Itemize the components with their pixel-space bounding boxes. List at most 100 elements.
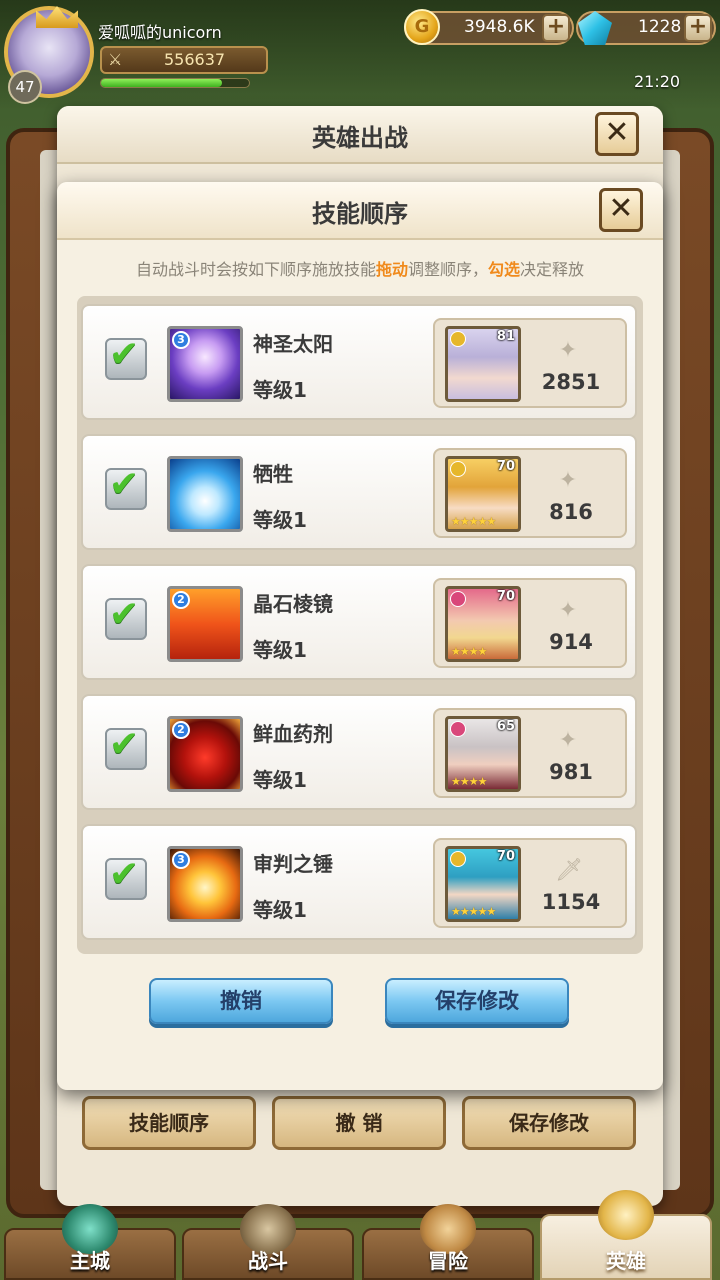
gold-value: 3948.6K bbox=[464, 17, 535, 37]
hero-level: 65 bbox=[496, 719, 515, 734]
hero-portrait: 70 ★★★★★ bbox=[445, 456, 521, 532]
skill-name: 晶石棱镜 bbox=[253, 592, 333, 616]
skill-level: 等级1 bbox=[253, 508, 307, 532]
hero-power: 816 bbox=[549, 500, 593, 524]
hero-stars: ★★★★ bbox=[451, 645, 487, 658]
checkmark-icon: ✔ bbox=[109, 594, 140, 635]
tab-adventure[interactable]: 冒险 bbox=[362, 1204, 534, 1280]
hero-portrait: 70 ★★★★★ bbox=[445, 846, 521, 922]
hint-part: 调整顺序， bbox=[407, 260, 488, 279]
hero-level: 70 bbox=[496, 589, 515, 604]
hero-deploy-header: 英雄出战 bbox=[57, 106, 663, 164]
hero-portrait: 70 ★★★★ bbox=[445, 586, 521, 662]
rank-icon bbox=[450, 721, 466, 737]
tab-label: 冒险 bbox=[428, 1249, 468, 1273]
tab-battle[interactable]: 战斗 bbox=[182, 1204, 354, 1280]
skill-checkbox[interactable]: ✔ bbox=[105, 464, 147, 510]
skill-level: 等级1 bbox=[253, 638, 307, 662]
rank-icon bbox=[450, 461, 466, 477]
crown-icon bbox=[36, 6, 78, 28]
checkmark-icon: ✔ bbox=[109, 854, 140, 895]
clock: 21:20 bbox=[634, 72, 681, 91]
skill-row[interactable]: ✔ 3 审判之锤 等级1 70 ★★★★★ 🗡 1154 bbox=[81, 824, 637, 940]
skill-row[interactable]: ✔ 牺牲 等级1 70 ★★★★★ ✦ 816 bbox=[81, 434, 637, 550]
sword-icon: 🗡 bbox=[555, 858, 583, 883]
skill-level: 等级1 bbox=[253, 378, 307, 402]
skill-tier-badge: 3 bbox=[172, 331, 190, 349]
tab-label: 战斗 bbox=[248, 1249, 288, 1273]
pin-icon: ✦ bbox=[558, 468, 578, 493]
crossed-swords-icon: ⚔ bbox=[108, 50, 123, 69]
gold-counter: G 3948.6K + bbox=[404, 9, 574, 45]
hero-stars: ★★★★ bbox=[451, 775, 487, 788]
checkmark-icon: ✔ bbox=[109, 464, 140, 505]
player-name: 爱呱呱的unicorn bbox=[98, 23, 222, 42]
skill-name: 鲜血药剂 bbox=[253, 722, 333, 746]
close-skill-order-button[interactable]: ✕ bbox=[599, 188, 643, 232]
power-bar: ⚔ 556637 bbox=[100, 46, 268, 74]
close-hero-deploy-button[interactable]: ✕ bbox=[595, 112, 639, 156]
skill-order-title: 技能顺序 bbox=[312, 200, 408, 228]
hero-info: 65 ★★★★ ✦ 981 bbox=[433, 708, 627, 798]
skill-level: 等级1 bbox=[253, 768, 307, 792]
rank-icon bbox=[450, 851, 466, 867]
bottom-nav: 主城 战斗 冒险 英雄 bbox=[0, 1190, 720, 1280]
skill-checkbox[interactable]: ✔ bbox=[105, 854, 147, 900]
tab-main-city[interactable]: 主城 bbox=[4, 1204, 176, 1280]
skill-row[interactable]: ✔ 2 晶石棱镜 等级1 70 ★★★★ ✦ 914 bbox=[81, 564, 637, 680]
skill-row[interactable]: ✔ 2 鲜血药剂 等级1 65 ★★★★ ✦ 981 bbox=[81, 694, 637, 810]
add-gems-button[interactable]: + bbox=[684, 14, 712, 42]
top-hud: 47 爱呱呱的unicorn ⚔ 556637 G 3948.6K + 1228… bbox=[0, 0, 720, 110]
skill-checkbox[interactable]: ✔ bbox=[105, 334, 147, 380]
hero-level: 81 bbox=[496, 329, 515, 344]
diamond-icon bbox=[578, 11, 612, 45]
gold-coin-icon: G bbox=[404, 9, 440, 45]
rank-icon bbox=[450, 331, 466, 347]
add-gold-button[interactable]: + bbox=[542, 14, 570, 42]
crystal-prism-icon: 2 bbox=[167, 586, 243, 662]
hero-level: 70 bbox=[496, 849, 515, 864]
hero-portrait: 81 bbox=[445, 326, 521, 402]
skill-name: 神圣太阳 bbox=[253, 332, 333, 356]
tab-label: 英雄 bbox=[606, 1249, 646, 1273]
hero-stars: ★★★★★ bbox=[451, 515, 496, 528]
pin-icon: ✦ bbox=[558, 598, 578, 623]
pin-icon: ✦ bbox=[558, 338, 578, 363]
instruction-text: 自动战斗时会按如下顺序施放技能拖动调整顺序，勾选决定释放 bbox=[57, 256, 663, 280]
hero-info: 70 ★★★★ ✦ 914 bbox=[433, 578, 627, 668]
sacrifice-icon bbox=[167, 456, 243, 532]
outer-cancel-button[interactable]: 撤 销 bbox=[272, 1096, 446, 1150]
hero-power: 1154 bbox=[541, 890, 601, 914]
hero-stars: ★★★★★ bbox=[451, 905, 496, 918]
hint-check: 勾选 bbox=[488, 260, 521, 279]
skill-row[interactable]: ✔ 3 神圣太阳 等级1 81 ✦ 2851 bbox=[81, 304, 637, 420]
skill-name: 审判之锤 bbox=[253, 852, 333, 876]
hint-part: 自动战斗时会按如下顺序施放技能 bbox=[135, 260, 376, 279]
hero-level: 70 bbox=[496, 459, 515, 474]
skill-tier-badge: 2 bbox=[172, 591, 190, 609]
hero-portrait: 65 ★★★★ bbox=[445, 716, 521, 792]
blood-potion-icon: 2 bbox=[167, 716, 243, 792]
player-level-badge: 47 bbox=[8, 70, 42, 104]
hint-part: 决定释放 bbox=[520, 260, 585, 279]
power-value: 556637 bbox=[164, 50, 226, 69]
skill-checkbox[interactable]: ✔ bbox=[105, 724, 147, 770]
hero-deploy-title: 英雄出战 bbox=[312, 124, 408, 152]
skill-name: 牺牲 bbox=[253, 462, 293, 486]
checkmark-icon: ✔ bbox=[109, 334, 140, 375]
cancel-button[interactable]: 撤销 bbox=[149, 978, 333, 1024]
outer-save-button[interactable]: 保存修改 bbox=[462, 1096, 636, 1150]
tab-hero[interactable]: 英雄 bbox=[540, 1190, 712, 1280]
skill-order-button[interactable]: 技能顺序 bbox=[82, 1096, 256, 1150]
skill-order-modal: 技能顺序 ✕ 自动战斗时会按如下顺序施放技能拖动调整顺序，勾选决定释放 ✔ 3 … bbox=[57, 182, 663, 1090]
skill-checkbox[interactable]: ✔ bbox=[105, 594, 147, 640]
hero-info: 81 ✦ 2851 bbox=[433, 318, 627, 408]
holy-sun-icon: 3 bbox=[167, 326, 243, 402]
hint-drag: 拖动 bbox=[375, 260, 408, 279]
hero-info: 70 ★★★★★ ✦ 816 bbox=[433, 448, 627, 538]
judgment-hammer-icon: 3 bbox=[167, 846, 243, 922]
rank-icon bbox=[450, 591, 466, 607]
skill-tier-badge: 2 bbox=[172, 721, 190, 739]
save-button[interactable]: 保存修改 bbox=[385, 978, 569, 1024]
xp-bar bbox=[100, 78, 250, 88]
